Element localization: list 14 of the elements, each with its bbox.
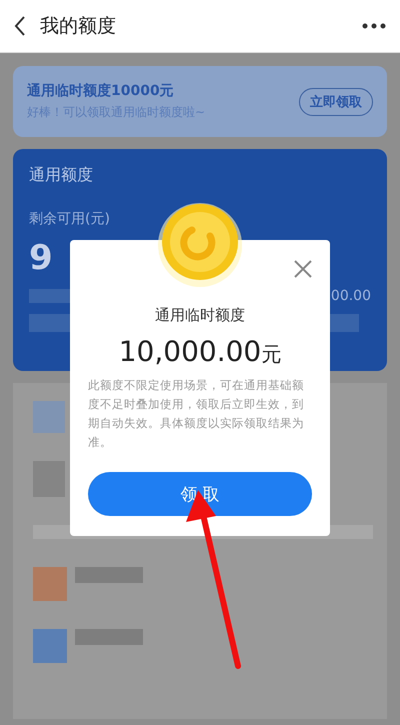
total-value: 00.00: [330, 288, 371, 304]
page-title: 我的额度: [40, 14, 117, 39]
claim-now-button[interactable]: 立即领取: [299, 88, 373, 116]
amount-text: 10,000.00元: [118, 335, 282, 368]
close-icon[interactable]: [294, 260, 312, 278]
remaining-label: 剩余可用(元): [29, 210, 111, 228]
card-title: 通用额度: [29, 165, 94, 186]
dialog-description: 此额度不限定使用场景，可在通用基础额度不足时叠加使用，领取后立即生效，到期自动失效。具体额度以实际领取结果为准。: [88, 377, 305, 451]
remaining-value: 9: [29, 238, 53, 278]
back-icon[interactable]: [14, 16, 26, 36]
banner-title: 通用临时额度10000元: [27, 82, 175, 100]
more-icon[interactable]: [362, 23, 386, 29]
claim-button[interactable]: 领 取: [88, 472, 312, 516]
dialog-title: 通用临时额度: [155, 306, 245, 325]
